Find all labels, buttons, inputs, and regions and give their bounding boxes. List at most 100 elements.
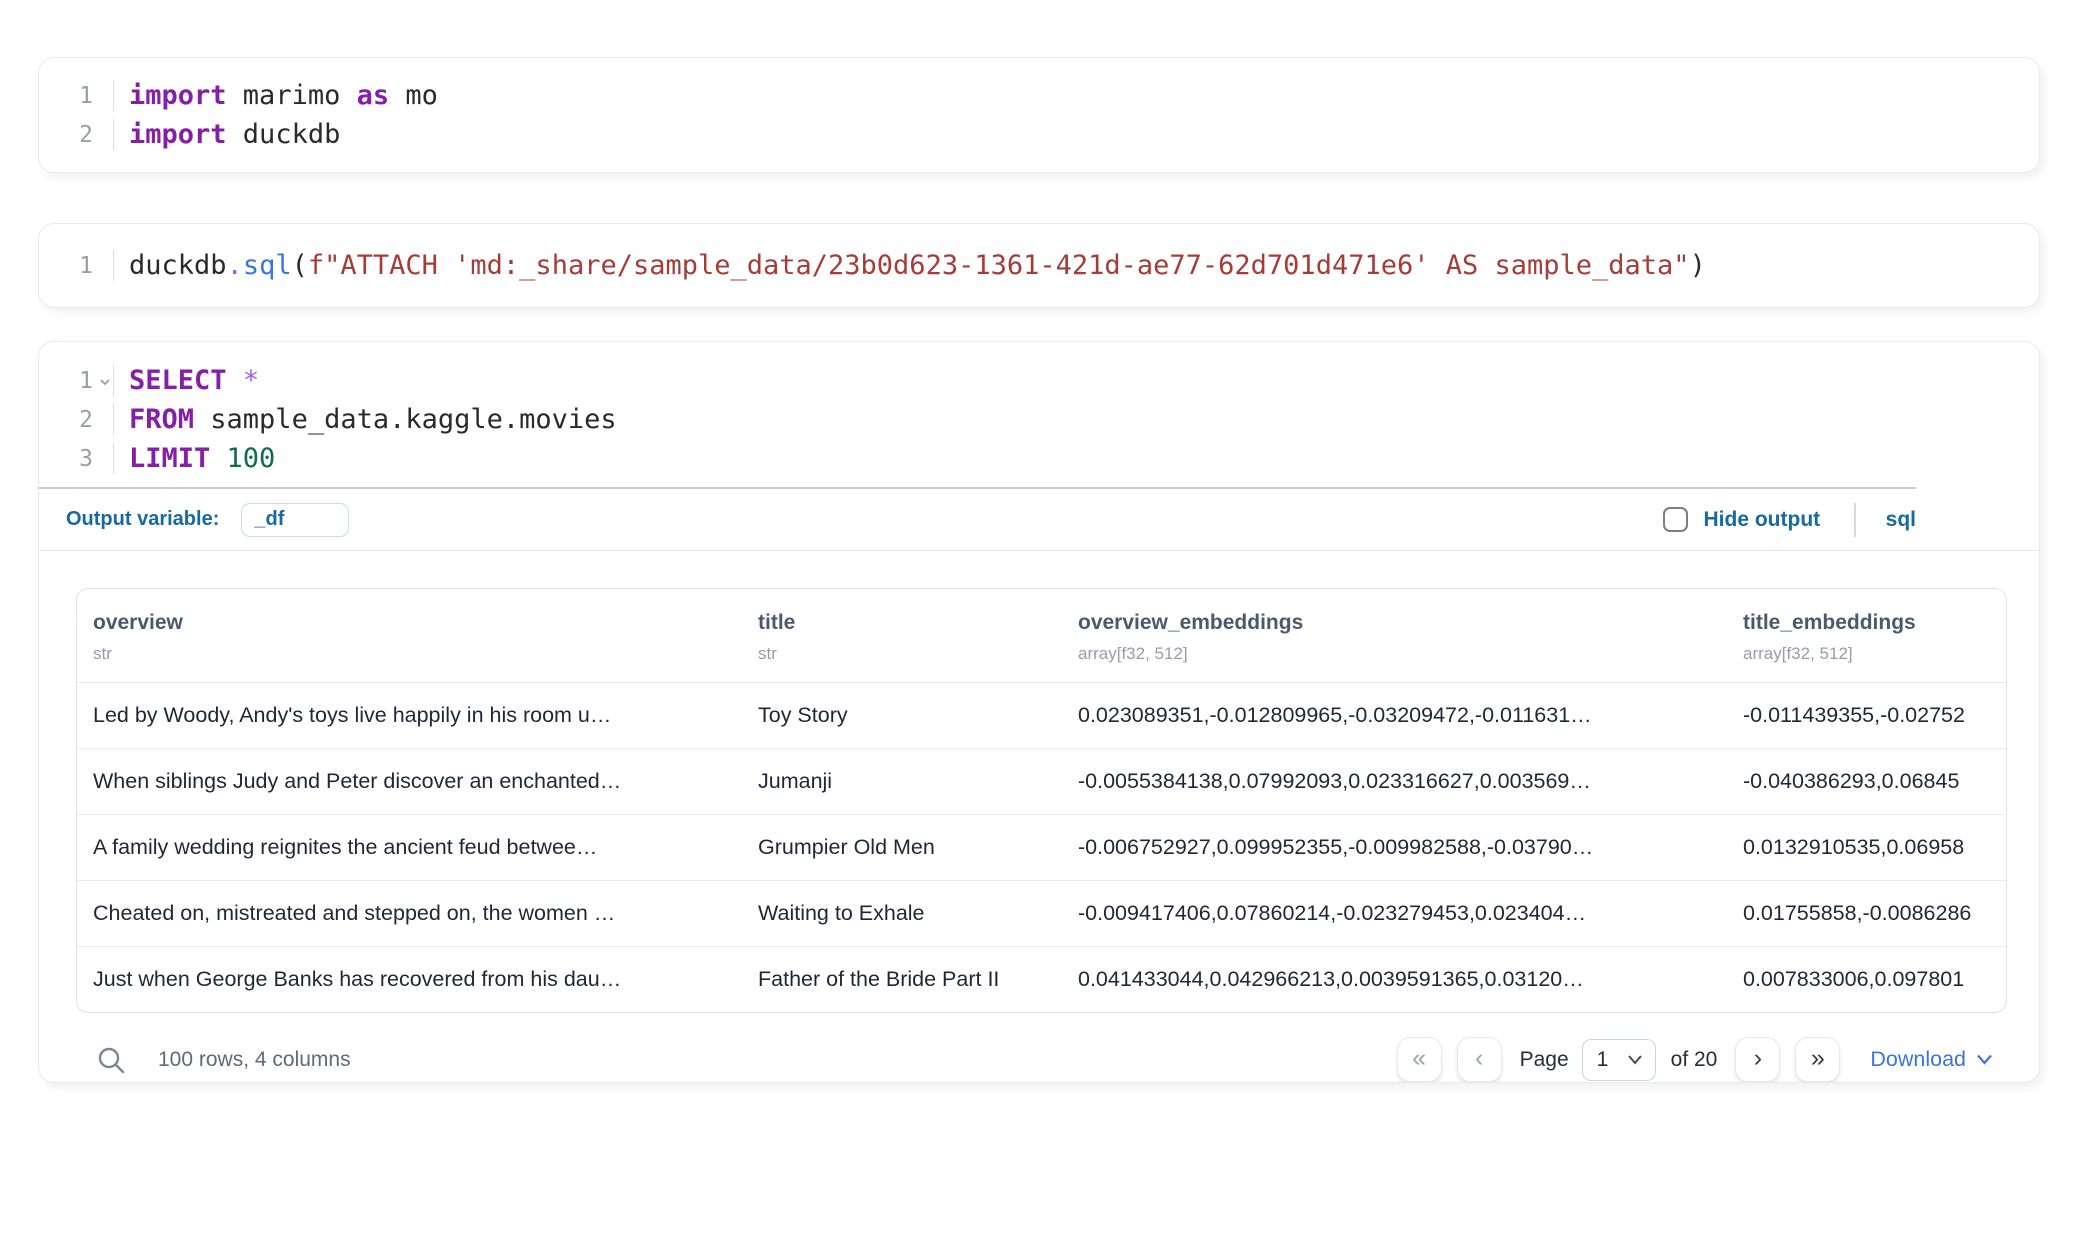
sql-cell-toolbar: Output variable: Hide output sql xyxy=(39,489,2039,551)
hide-output-checkbox[interactable] xyxy=(1663,507,1688,532)
cell-overview-embeddings: 0.023089351,-0.012809965,-0.03209472,-0.… xyxy=(1062,703,1727,728)
code-token: as xyxy=(357,80,390,111)
table-row[interactable]: Cheated on, mistreated and stepped on, t… xyxy=(77,881,2006,947)
cell-title-embeddings: -0.040386293,0.06845 xyxy=(1727,769,2006,794)
vertical-divider xyxy=(1854,503,1856,537)
chevron-down-icon xyxy=(1976,1053,1993,1066)
code-token: . xyxy=(227,250,243,281)
code-token: ( xyxy=(292,250,308,281)
chevron-down-icon xyxy=(1627,1054,1643,1066)
double-chevron-right-icon: » xyxy=(1811,1044,1825,1073)
code-cell-attach[interactable]: 1 duckdb.sql(f"ATTACH 'md:_share/sample_… xyxy=(38,223,2040,308)
cell-title: Toy Story xyxy=(742,703,1062,728)
table-row[interactable]: Just when George Banks has recovered fro… xyxy=(77,947,2006,1012)
cell-overview-embeddings: -0.0055384138,0.07992093,0.023316627,0.0… xyxy=(1062,769,1727,794)
code-line[interactable]: 1 SELECT * xyxy=(39,361,2039,400)
page-total-label: of 20 xyxy=(1671,1048,1718,1072)
cell-overview-embeddings: -0.006752927,0.099952355,-0.009982588,-0… xyxy=(1062,835,1727,860)
next-page-button[interactable]: › xyxy=(1735,1037,1780,1082)
code-token: SELECT xyxy=(129,365,227,396)
table-toolbar: 100 rows, 4 columns « ‹ Page 1 of 20 › »… xyxy=(39,1013,2039,1082)
cell-overview: Cheated on, mistreated and stepped on, t… xyxy=(77,901,742,926)
code-line[interactable]: 2 import duckdb xyxy=(39,115,2039,154)
cell-overview: Led by Woody, Andy's toys live happily i… xyxy=(77,703,742,728)
line-number: 1 xyxy=(39,83,113,109)
cell-output: overview str title str overview_embeddin… xyxy=(39,551,2039,1013)
pagination: « ‹ Page 1 of 20 › » Download xyxy=(1397,1037,1993,1082)
code-token: * xyxy=(243,365,259,396)
table-header-row: overview str title str overview_embeddin… xyxy=(77,589,2006,683)
output-variable-label: Output variable: xyxy=(66,508,219,531)
code-token: mo xyxy=(389,80,438,111)
code-token: import xyxy=(129,119,227,150)
code-token xyxy=(210,443,226,474)
page-number-value: 1 xyxy=(1597,1048,1609,1072)
code-token: duckdb xyxy=(227,119,341,150)
dataframe-table: overview str title str overview_embeddin… xyxy=(76,588,2007,1013)
code-token: sql xyxy=(243,250,292,281)
line-number: 2 xyxy=(39,407,113,433)
chevron-right-icon: › xyxy=(1754,1044,1762,1073)
code-token xyxy=(227,365,243,396)
code-line[interactable]: 2 FROM sample_data.kaggle.movies xyxy=(39,400,2039,439)
output-variable-input[interactable] xyxy=(241,503,349,537)
line-number: 1 xyxy=(39,253,113,279)
code-text[interactable]: duckdb.sql(f"ATTACH 'md:_share/sample_da… xyxy=(113,250,2039,281)
code-token: import xyxy=(129,80,227,111)
cell-overview-embeddings: 0.041433044,0.042966213,0.0039591365,0.0… xyxy=(1062,967,1727,992)
code-line[interactable]: 1 duckdb.sql(f"ATTACH 'md:_share/sample_… xyxy=(39,246,2039,285)
page-indicator: Page 1 of 20 xyxy=(1520,1039,1718,1081)
language-toggle-sql[interactable]: sql xyxy=(1886,508,1916,532)
cell-overview-embeddings: -0.009417406,0.07860214,-0.023279453,0.0… xyxy=(1062,901,1727,926)
table-row[interactable]: When siblings Judy and Peter discover an… xyxy=(77,749,2006,815)
cell-title-embeddings: -0.011439355,-0.02752 xyxy=(1727,703,2006,728)
search-icon[interactable] xyxy=(96,1043,130,1077)
cell-overview: When siblings Judy and Peter discover an… xyxy=(77,769,742,794)
code-text[interactable]: SELECT * xyxy=(113,365,2039,396)
code-text[interactable]: import marimo as mo xyxy=(113,80,2039,111)
sql-cell: 1 SELECT * 2 FROM sample_data.kaggle.mov… xyxy=(38,341,2040,1083)
cell-title: Waiting to Exhale xyxy=(742,901,1062,926)
column-header-overview[interactable]: overview str xyxy=(77,611,742,664)
code-token: FROM xyxy=(129,404,194,435)
column-header-title-embeddings[interactable]: title_embeddings array[f32, 512] xyxy=(1727,611,2006,664)
page-label: Page xyxy=(1520,1048,1569,1072)
chevron-left-icon: ‹ xyxy=(1475,1044,1483,1073)
table-row[interactable]: A family wedding reignites the ancient f… xyxy=(77,815,2006,881)
cell-title-embeddings: 0.0132910535,0.06958 xyxy=(1727,835,2006,860)
double-chevron-left-icon: « xyxy=(1412,1044,1426,1073)
code-token: 100 xyxy=(227,443,276,474)
code-cell-imports[interactable]: 1 import marimo as mo 2 import duckdb xyxy=(38,57,2040,173)
code-line[interactable]: 1 import marimo as mo xyxy=(39,76,2039,115)
column-header-overview-embeddings[interactable]: overview_embeddings array[f32, 512] xyxy=(1062,611,1727,664)
row-count-status: 100 rows, 4 columns xyxy=(158,1048,351,1072)
cell-overview: A family wedding reignites the ancient f… xyxy=(77,835,742,860)
code-text[interactable]: FROM sample_data.kaggle.movies xyxy=(113,404,2039,435)
code-token: ) xyxy=(1690,250,1706,281)
code-token: marimo xyxy=(227,80,357,111)
line-number: 3 xyxy=(39,446,113,472)
code-text[interactable]: LIMIT 100 xyxy=(113,443,2039,474)
table-row[interactable]: Led by Woody, Andy's toys live happily i… xyxy=(77,683,2006,749)
code-token: LIMIT xyxy=(129,443,210,474)
cell-title-embeddings: 0.01755858,-0.0086286 xyxy=(1727,901,2006,926)
last-page-button[interactable]: » xyxy=(1795,1037,1840,1082)
first-page-button[interactable]: « xyxy=(1397,1037,1442,1082)
download-button[interactable]: Download xyxy=(1870,1047,1993,1072)
code-line[interactable]: 3 LIMIT 100 xyxy=(39,439,2039,478)
cell-title: Jumanji xyxy=(742,769,1062,794)
download-label: Download xyxy=(1870,1047,1966,1072)
sql-editor[interactable]: 1 SELECT * 2 FROM sample_data.kaggle.mov… xyxy=(39,342,2039,487)
code-token: duckdb xyxy=(129,250,227,281)
line-number: 2 xyxy=(39,122,113,148)
line-number: 1 xyxy=(39,368,113,394)
page-number-select[interactable]: 1 xyxy=(1582,1039,1656,1081)
previous-page-button[interactable]: ‹ xyxy=(1457,1037,1502,1082)
code-token: sample_data.kaggle.movies xyxy=(194,404,617,435)
cell-overview: Just when George Banks has recovered fro… xyxy=(77,967,742,992)
code-text[interactable]: import duckdb xyxy=(113,119,2039,150)
cell-title: Father of the Bride Part II xyxy=(742,967,1062,992)
column-header-title[interactable]: title str xyxy=(742,611,1062,664)
cell-title-embeddings: 0.007833006,0.097801 xyxy=(1727,967,2006,992)
hide-output-label[interactable]: Hide output xyxy=(1704,508,1821,532)
